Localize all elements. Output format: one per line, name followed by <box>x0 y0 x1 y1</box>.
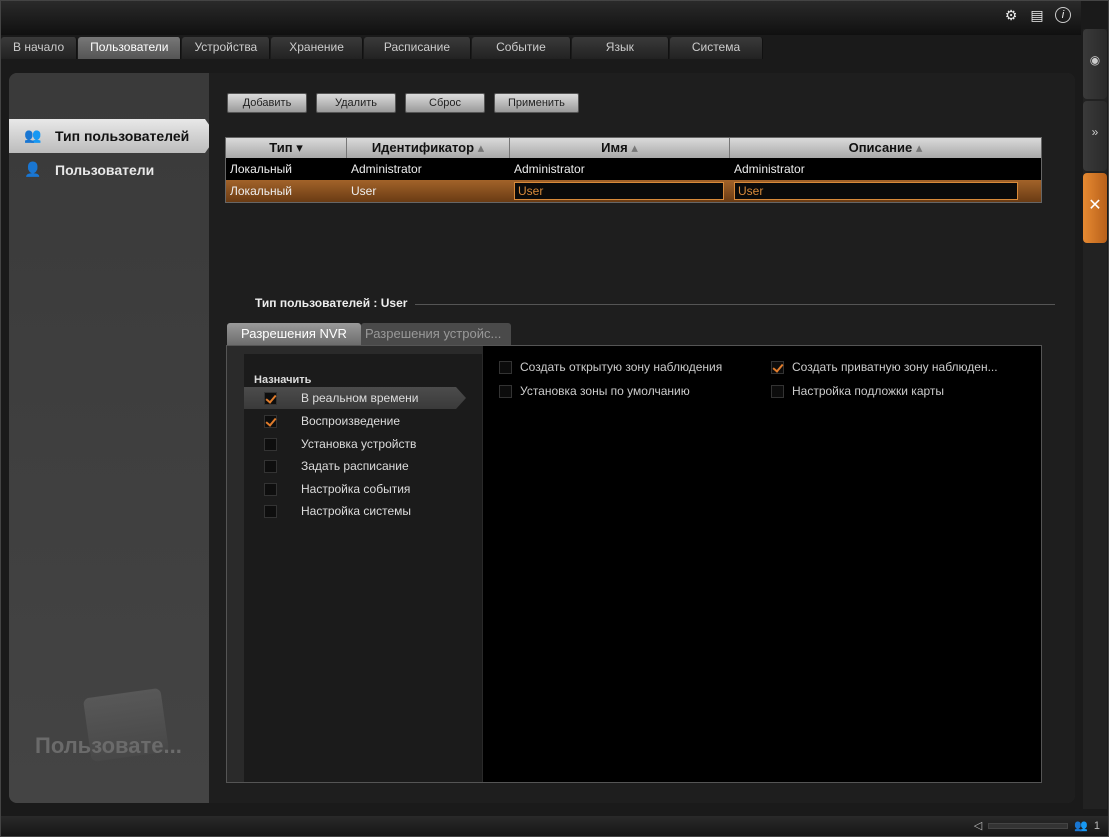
status-right: ◁ 👥 1 <box>973 819 1100 833</box>
tools-icon: ✕ <box>1088 197 1102 214</box>
sidebar-item-label: Пользователи <box>55 162 155 178</box>
toolbar: Добавить Удалить Сброс Применить <box>227 93 579 113</box>
checkbox[interactable] <box>264 391 277 405</box>
table-cell: Локальный <box>230 184 292 198</box>
table-cell: Administrator <box>514 162 585 176</box>
app-window: ⚙ ▤ i В начало Пользователи Устройства Х… <box>0 0 1109 837</box>
dock-expand-button[interactable]: » <box>1083 101 1107 171</box>
column-header-type[interactable]: Тип ▾ <box>226 138 347 158</box>
checkbox[interactable] <box>264 459 277 473</box>
user-type-table: Тип ▾ Идентификатор ▴ Имя ▴ Описание ▴ Л… <box>225 137 1042 203</box>
tab-system[interactable]: Система <box>669 37 764 59</box>
table-row-selected[interactable]: Локальный User <box>226 180 1041 202</box>
info-icon[interactable]: i <box>1055 7 1071 23</box>
table-cell: Локальный <box>230 162 292 176</box>
eye-icon: ◉ <box>1089 53 1101 67</box>
table-cell <box>730 180 1041 202</box>
volume-meter[interactable] <box>988 822 1069 829</box>
checkbox[interactable] <box>264 437 277 451</box>
table-cell: Administrator <box>734 162 805 176</box>
permission-option[interactable]: Установка зоны по умолчанию <box>499 382 690 400</box>
sidebar: 👥 Тип пользователей 👤 Пользователи Польз… <box>9 73 217 803</box>
tab-language[interactable]: Язык <box>571 37 669 59</box>
tab-storage[interactable]: Хранение <box>271 37 363 59</box>
top-bar: ⚙ ▤ i <box>1 1 1081 35</box>
assign-label: Назначить <box>254 374 312 386</box>
sort-asc-icon: ▴ <box>631 140 638 155</box>
section-title: Тип пользователей : User <box>255 296 408 310</box>
column-header-description[interactable]: Описание ▴ <box>730 138 1041 158</box>
sort-asc-icon: ▴ <box>915 140 923 155</box>
checkbox[interactable] <box>499 360 512 374</box>
top-icons: ⚙ ▤ i <box>1003 7 1071 23</box>
gear-icon[interactable]: ⚙ <box>1003 7 1019 23</box>
users-online-icon: 👥 <box>1074 820 1088 832</box>
main-panel: 👥 Тип пользователей 👤 Пользователи Польз… <box>9 73 1075 803</box>
sidebar-item-user-types[interactable]: 👥 Тип пользователей <box>9 119 217 153</box>
tab-schedule[interactable]: Расписание <box>363 37 472 59</box>
delete-button[interactable]: Удалить <box>316 93 396 113</box>
permission-category[interactable]: Задать расписание <box>244 455 474 477</box>
tab-nvr-permissions[interactable]: Разрешения NVR <box>227 323 361 345</box>
column-header-id[interactable]: Идентификатор ▴ <box>347 138 510 158</box>
permission-option[interactable]: Настройка подложки карты <box>771 382 944 400</box>
checkbox[interactable] <box>771 360 784 374</box>
table-header: Тип ▾ Идентификатор ▴ Имя ▴ Описание ▴ <box>226 138 1041 158</box>
table-row[interactable]: Локальный Administrator Administrator Ad… <box>226 158 1041 180</box>
permission-details: Создать открытую зону наблюдения Создать… <box>483 346 1041 782</box>
apply-button[interactable]: Применить <box>494 93 579 113</box>
dock-view-button[interactable]: ◉ <box>1083 29 1107 99</box>
permission-category[interactable]: Настройка события <box>244 478 474 500</box>
permission-category[interactable]: Настройка системы <box>244 500 474 522</box>
checkbox[interactable] <box>499 384 512 398</box>
permission-category[interactable]: Воспроизведение <box>244 410 474 432</box>
document-icon[interactable]: ▤ <box>1029 7 1045 23</box>
user-icon: 👤 <box>24 161 42 177</box>
table-cell: Administrator <box>351 162 422 176</box>
permission-tabs: Разрешения NVR Разрешения устройс... <box>227 323 511 345</box>
column-header-name[interactable]: Имя ▴ <box>510 138 730 158</box>
sidebar-item-users[interactable]: 👤 Пользователи <box>9 153 209 187</box>
main-tabs: В начало Пользователи Устройства Хранени… <box>1 37 764 59</box>
sort-desc-icon: ▾ <box>296 140 303 155</box>
reset-button[interactable]: Сброс <box>405 93 485 113</box>
dock-setup-button[interactable]: ✕ <box>1083 173 1107 243</box>
name-input[interactable] <box>514 182 724 200</box>
description-input[interactable] <box>734 182 1018 200</box>
permissions-panel: Назначить В реальном времени Воспроизвед… <box>226 345 1042 783</box>
add-button[interactable]: Добавить <box>227 93 307 113</box>
right-dock: ◉ » ✕ <box>1083 29 1107 809</box>
checkbox[interactable] <box>264 414 277 428</box>
tab-users[interactable]: Пользователи <box>78 37 182 59</box>
content-area: Добавить Удалить Сброс Применить Тип ▾ И… <box>209 73 1075 803</box>
table-cell: User <box>351 184 377 198</box>
status-bar: ◁ 👥 1 <box>1 816 1108 836</box>
permission-categories: Назначить В реальном времени Воспроизвед… <box>244 354 482 782</box>
checkbox[interactable] <box>264 482 277 496</box>
section-watermark: Пользовате... <box>35 733 182 758</box>
permission-option[interactable]: Создать приватную зону наблюден... <box>771 358 998 376</box>
permission-option[interactable]: Создать открытую зону наблюдения <box>499 358 722 376</box>
sidebar-item-label: Тип пользователей <box>55 128 190 144</box>
users-group-icon: 👥 <box>24 127 42 143</box>
checkbox[interactable] <box>771 384 784 398</box>
table-cell <box>510 180 730 202</box>
tab-event[interactable]: Событие <box>472 37 571 59</box>
tab-devices[interactable]: Устройства <box>182 37 271 59</box>
fast-forward-icon: » <box>1091 125 1099 139</box>
checkbox[interactable] <box>264 504 277 518</box>
user-count: 1 <box>1093 819 1100 832</box>
sort-asc-icon: ▴ <box>477 140 485 155</box>
tab-home[interactable]: В начало <box>1 37 78 59</box>
permission-category[interactable]: В реальном времени <box>244 387 466 409</box>
divider <box>415 304 1055 305</box>
permission-category[interactable]: Установка устройств <box>244 433 474 455</box>
tab-device-permissions[interactable]: Разрешения устройс... <box>360 323 511 345</box>
volume-icon: ◁ <box>973 820 983 832</box>
